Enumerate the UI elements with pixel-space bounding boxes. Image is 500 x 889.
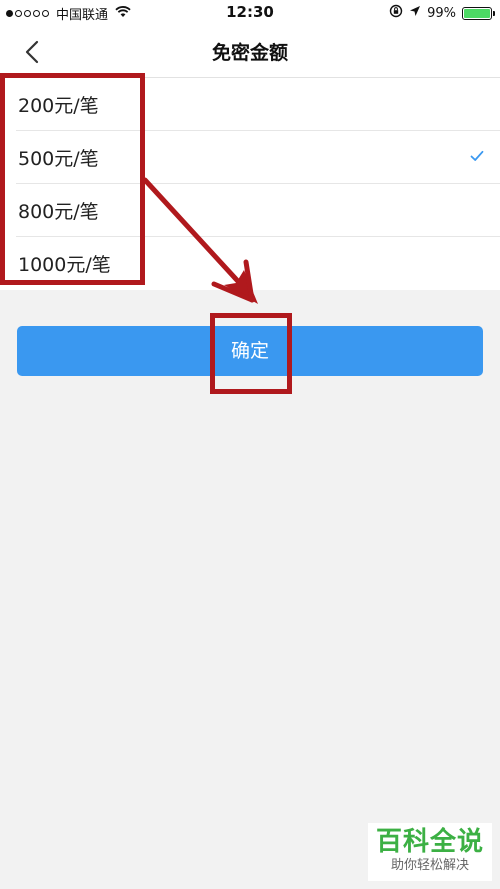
confirm-button[interactable]: 确定 <box>17 326 483 376</box>
watermark-title: 百科全说 <box>375 827 484 857</box>
status-bar: 中国联通 12:30 99% <box>0 0 500 26</box>
option-1000[interactable]: 1000元/笔 <box>16 237 500 290</box>
battery-percentage: 99% <box>427 5 456 21</box>
battery-level <box>464 8 490 18</box>
rotation-lock-icon <box>389 4 403 22</box>
battery-icon <box>462 6 495 20</box>
location-arrow-icon <box>409 5 421 21</box>
watermark-subtitle: 助你轻松解决 <box>390 858 469 873</box>
option-label: 200元/笔 <box>18 95 99 117</box>
status-right: 99% <box>389 4 495 22</box>
watermark-logo: 百科全说 助你轻松解决 <box>368 823 492 881</box>
option-label: 500元/笔 <box>18 148 99 170</box>
page-title: 免密金额 <box>211 42 288 64</box>
option-200[interactable]: 200元/笔 <box>16 78 500 131</box>
option-800[interactable]: 800元/笔 <box>16 184 500 237</box>
navigation-bar: 免密金额 <box>0 26 500 78</box>
option-label: 800元/笔 <box>18 201 99 223</box>
option-500[interactable]: 500元/笔 <box>16 131 500 184</box>
option-label: 1000元/笔 <box>18 254 111 276</box>
checkmark-icon <box>470 150 484 161</box>
amount-option-list: 200元/笔 500元/笔 800元/笔 1000元/笔 <box>0 78 500 290</box>
